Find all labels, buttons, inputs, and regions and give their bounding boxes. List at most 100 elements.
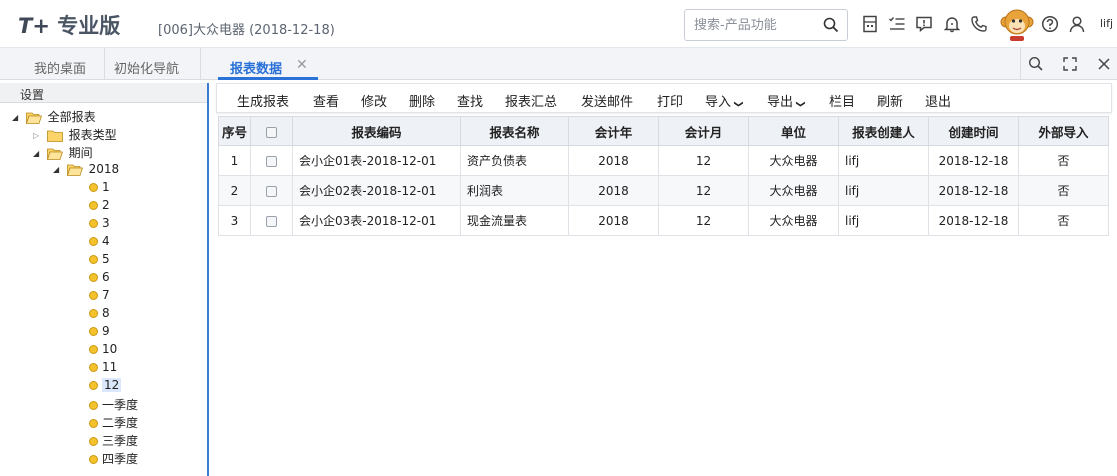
- tab-report-data[interactable]: 报表数据: [230, 58, 282, 77]
- tree-label: 7: [102, 288, 110, 302]
- tree-item-period-leaf[interactable]: 6: [89, 270, 110, 288]
- tree-item-period-leaf[interactable]: 2: [89, 198, 110, 216]
- cell-code: 会小企01表-2018-12-01: [292, 145, 461, 176]
- tree-label: 9: [102, 324, 110, 338]
- refresh-button[interactable]: 刷新: [877, 91, 903, 110]
- table-row[interactable]: 3 会小企03表-2018-12-01 现金流量表 2018 12 大众电器 l…: [218, 205, 1109, 236]
- folder-icon: [46, 130, 63, 142]
- column-header-code[interactable]: 报表编码: [292, 116, 461, 146]
- tree-item-period-leaf[interactable]: 5: [89, 252, 110, 270]
- phone-icon[interactable]: [970, 15, 988, 33]
- export-label: 导出: [767, 95, 794, 110]
- tree-item-period-leaf[interactable]: 8: [89, 306, 110, 324]
- cell-select[interactable]: [250, 205, 293, 236]
- period-node-icon: [89, 291, 98, 300]
- export-dropdown-button[interactable]: 导出 ❯: [767, 91, 805, 110]
- column-header-select[interactable]: [250, 116, 293, 146]
- tab-desktop[interactable]: 我的桌面: [34, 58, 86, 77]
- report-summary-button[interactable]: 报表汇总: [505, 91, 557, 110]
- close-icon[interactable]: [1096, 56, 1112, 72]
- tree-item-period-leaf[interactable]: 三季度: [89, 432, 138, 450]
- tab-close-icon[interactable]: ✕: [296, 57, 308, 73]
- period-node-icon: [89, 419, 98, 428]
- tree-item-period[interactable]: ◢ 期间: [33, 144, 93, 162]
- tree-item-report-type[interactable]: ▷ 报表类型: [33, 126, 117, 144]
- print-button[interactable]: 打印: [657, 91, 683, 110]
- task-list-icon[interactable]: [888, 15, 906, 33]
- tree-item-period-leaf[interactable]: 3: [89, 216, 110, 234]
- collapse-toggle-icon[interactable]: ◢: [12, 113, 22, 122]
- cell-select[interactable]: [250, 175, 293, 206]
- tree-label: 4: [102, 234, 110, 248]
- row-checkbox[interactable]: [266, 215, 277, 227]
- cell-name: 资产负债表: [460, 145, 569, 176]
- top-header: T+ 专业版 [006]大众电器 (2018-12-18) 搜索-产品功能 li…: [0, 0, 1117, 48]
- column-header-seq: 序号: [218, 116, 251, 146]
- report-toolbar: 生成报表 查看 修改 删除 查找 报表汇总 发送邮件 打印 导入 ❯ 导出 ❯ 栏目…: [216, 83, 1112, 113]
- search-input[interactable]: [694, 16, 814, 34]
- notification-bell-icon[interactable]: [943, 15, 961, 33]
- columns-button[interactable]: 栏目: [829, 91, 855, 110]
- modify-button[interactable]: 修改: [361, 91, 387, 110]
- monkey-avatar-icon[interactable]: [1000, 6, 1034, 42]
- message-icon[interactable]: [915, 15, 933, 33]
- calculator-icon[interactable]: [861, 15, 879, 33]
- active-tab-indicator: [218, 77, 318, 80]
- column-header-name[interactable]: 报表名称: [460, 116, 569, 146]
- tree-item-period-leaf[interactable]: 11: [89, 360, 117, 378]
- table-row[interactable]: 2 会小企02表-2018-12-01 利润表 2018 12 大众电器 lif…: [218, 175, 1109, 206]
- import-dropdown-button[interactable]: 导入 ❯: [705, 91, 743, 110]
- period-node-icon: [89, 309, 98, 318]
- collapse-toggle-icon[interactable]: ◢: [33, 149, 43, 158]
- cell-code: 会小企03表-2018-12-01: [292, 205, 461, 236]
- view-button[interactable]: 查看: [313, 91, 339, 110]
- tree-item-period-leaf[interactable]: 四季度: [89, 450, 138, 468]
- cell-creator: lifj: [838, 205, 929, 236]
- send-email-button[interactable]: 发送邮件: [581, 91, 633, 110]
- search-icon[interactable]: [1028, 56, 1044, 72]
- exit-button[interactable]: 退出: [925, 91, 951, 110]
- column-header-year[interactable]: 会计年: [568, 116, 659, 146]
- column-header-creator[interactable]: 报表创建人: [838, 116, 929, 146]
- user-name[interactable]: lifj: [1100, 17, 1113, 30]
- expand-toggle-icon[interactable]: ▷: [33, 131, 43, 140]
- tab-init-nav[interactable]: 初始化导航: [114, 58, 179, 77]
- delete-button[interactable]: 删除: [409, 91, 435, 110]
- tree-label: 6: [102, 270, 110, 284]
- column-header-created[interactable]: 创建时间: [928, 116, 1019, 146]
- cell-external: 否: [1018, 205, 1109, 236]
- tree-item-period-leaf[interactable]: 4: [89, 234, 110, 252]
- tree-label: 8: [102, 306, 110, 320]
- select-all-checkbox[interactable]: [266, 126, 277, 138]
- tree-item-period-leaf[interactable]: 10: [89, 342, 117, 360]
- tree-item-period-leaf[interactable]: 12: [89, 378, 122, 396]
- tree-item-period-leaf[interactable]: 7: [89, 288, 110, 306]
- cell-select[interactable]: [250, 145, 293, 176]
- tree-item-root[interactable]: ◢ 全部报表: [12, 108, 96, 126]
- generate-report-button[interactable]: 生成报表: [237, 91, 289, 110]
- cell-name: 利润表: [460, 175, 569, 206]
- column-header-unit[interactable]: 单位: [748, 116, 839, 146]
- tree-item-year[interactable]: ◢ 2018: [53, 162, 119, 180]
- table-row[interactable]: 1 会小企01表-2018-12-01 资产负债表 2018 12 大众电器 l…: [218, 145, 1109, 176]
- cell-created: 2018-12-18: [928, 175, 1019, 206]
- tree-item-period-leaf[interactable]: 二季度: [89, 414, 138, 432]
- column-header-month[interactable]: 会计月: [658, 116, 749, 146]
- open-folder-icon: [46, 148, 63, 160]
- user-icon[interactable]: [1068, 15, 1086, 33]
- tree-item-period-leaf[interactable]: 一季度: [89, 396, 138, 414]
- period-node-icon: [89, 381, 98, 390]
- period-node-icon: [89, 345, 98, 354]
- row-checkbox[interactable]: [266, 155, 277, 167]
- tree-item-period-leaf[interactable]: 1: [89, 180, 110, 198]
- column-header-external[interactable]: 外部导入: [1018, 116, 1109, 146]
- collapse-toggle-icon[interactable]: ◢: [53, 165, 63, 174]
- fullscreen-icon[interactable]: [1062, 56, 1078, 72]
- cell-name: 现金流量表: [460, 205, 569, 236]
- find-button[interactable]: 查找: [457, 91, 483, 110]
- search-box[interactable]: [684, 9, 848, 41]
- row-checkbox[interactable]: [266, 185, 277, 197]
- search-icon[interactable]: [823, 17, 839, 33]
- tree-item-period-leaf[interactable]: 9: [89, 324, 110, 342]
- help-icon[interactable]: [1041, 15, 1059, 33]
